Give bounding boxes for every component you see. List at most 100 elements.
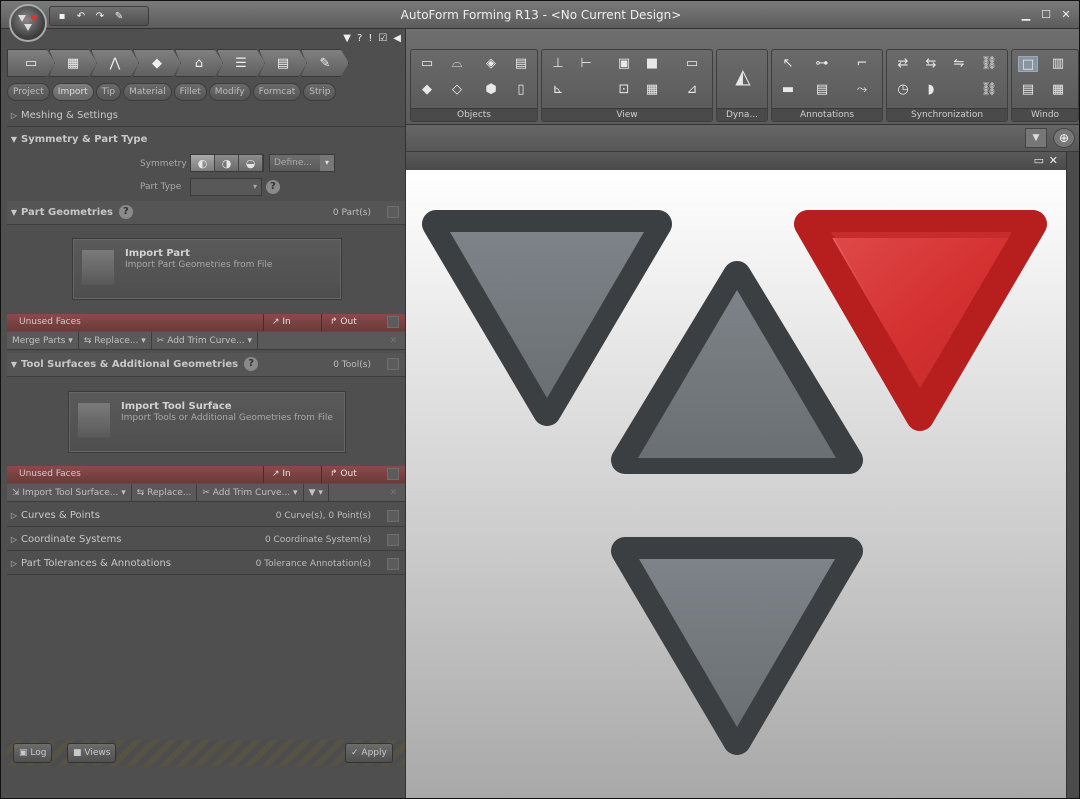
label-icon[interactable]: ▤ (812, 82, 832, 98)
zoom-box-icon[interactable]: ⊡ (614, 82, 634, 98)
camera-icon[interactable]: ■ (642, 56, 662, 72)
step-material-icon[interactable]: ◆ (133, 49, 181, 77)
view-options-dropdown[interactable]: ▼ (1025, 128, 1047, 148)
section-part-geometries[interactable]: ▼ Part Geometries? 0 Part(s) (7, 201, 405, 225)
step-modify-icon[interactable]: ☰ (217, 49, 265, 77)
3d-viewport[interactable] (406, 170, 1066, 798)
split-quad-icon[interactable]: ▦ (1048, 82, 1068, 98)
measure-icon[interactable]: ⊶ (812, 56, 832, 72)
fit-view-icon[interactable]: ▣ (614, 56, 634, 72)
faces-out-button[interactable]: ↱ Out (321, 466, 365, 483)
section-symmetry[interactable]: ▼ Symmetry & Part Type (7, 129, 405, 151)
collapse-panel-icon[interactable]: ◀ (393, 33, 401, 44)
unlink-icon[interactable]: ⛓ (979, 82, 999, 98)
sync-shape-icon[interactable]: ◗ (921, 82, 941, 98)
minimize-button[interactable]: ▁ (1019, 9, 1033, 21)
tab-formcat[interactable]: Formcat (252, 83, 302, 101)
maximize-button[interactable]: ☐ (1039, 9, 1053, 21)
visibility-checkbox[interactable] (387, 206, 399, 218)
tab-tip[interactable]: Tip (95, 83, 122, 101)
merge-parts-button[interactable]: Merge Parts ▾ (7, 331, 79, 350)
single-window-icon[interactable]: □ (1018, 56, 1038, 72)
blank-icon[interactable]: ▤ (511, 56, 531, 72)
section-meshing[interactable]: ▷ Meshing & Settings (7, 105, 405, 127)
step-formcat-icon[interactable]: ▤ (259, 49, 307, 77)
help-icon[interactable]: ? (118, 205, 133, 219)
import-part-button[interactable]: Import Part Import Part Geometries from … (72, 238, 342, 300)
help-icon[interactable]: ? (357, 33, 362, 44)
tool-object-icon[interactable]: ⌓ (447, 56, 467, 72)
tab-import[interactable]: Import (51, 83, 94, 101)
faces-in-button[interactable]: ↗ In (263, 314, 299, 331)
step-tip-icon[interactable]: ⋀ (91, 49, 139, 77)
section-curves-points[interactable]: ▷ Curves & Points 0 Curve(s), 0 Point(s) (7, 505, 405, 527)
filter-dropdown[interactable]: ▼ ▾ (304, 483, 329, 502)
symmetry-y-icon[interactable]: ◒ (239, 155, 263, 171)
views-button[interactable]: ■ Views (67, 743, 117, 763)
apply-button[interactable]: ✓ Apply (345, 743, 393, 763)
sync-results-icon[interactable]: ⇋ (949, 56, 969, 72)
visibility-checkbox[interactable] (387, 558, 399, 570)
mirror-icon[interactable]: ⊿ (682, 82, 702, 98)
part-object-icon[interactable]: ▭ (417, 56, 437, 72)
maximize-view-icon[interactable]: ▭ (1034, 154, 1044, 167)
tab-material[interactable]: Material (123, 83, 172, 101)
punch-icon[interactable]: ⬢ (481, 82, 501, 98)
filter-icon[interactable]: ▼ (343, 33, 351, 44)
visibility-checkbox[interactable] (387, 358, 399, 370)
add-trim-curve-button[interactable]: ✂ Add Trim Curve... ▾ (152, 331, 259, 350)
axis-rotate-icon[interactable]: ⊢ (576, 56, 596, 72)
screen-icon[interactable]: ▭ (682, 56, 702, 72)
checklist-icon[interactable]: ☑ (378, 33, 387, 44)
split-horizontal-icon[interactable]: ▤ (1018, 82, 1038, 98)
leader-icon[interactable]: ⤳ (852, 82, 872, 98)
binder-icon[interactable]: ◇ (447, 82, 467, 98)
tab-strip[interactable]: Strip (303, 83, 337, 101)
faces-in-button[interactable]: ↗ In (263, 466, 299, 483)
step-import-icon[interactable]: ▦ (49, 49, 97, 77)
close-icon[interactable]: ✕ (381, 488, 405, 498)
autoform-logo[interactable] (9, 4, 47, 42)
add-view-icon[interactable]: ⊕ (1053, 128, 1075, 148)
close-view-icon[interactable]: ✕ (1049, 154, 1058, 167)
close-icon[interactable]: ✕ (381, 336, 405, 346)
section-part-tolerances[interactable]: ▷ Part Tolerances & Annotations 0 Toleran… (7, 553, 405, 575)
step-fillet-icon[interactable]: ⌂ (175, 49, 223, 77)
sync-cameras-icon[interactable]: ⇄ (893, 56, 913, 72)
visibility-checkbox[interactable] (387, 510, 399, 522)
import-tool-surface-button[interactable]: Import Tool Surface Import Tools or Addi… (68, 391, 346, 453)
replace-button[interactable]: ⇆ Replace... (132, 483, 198, 502)
ruler-icon[interactable]: ▬ (778, 82, 798, 98)
surface-icon[interactable]: ◆ (417, 82, 437, 98)
unused-faces-checkbox[interactable] (387, 468, 399, 480)
tile-window-icon[interactable]: ▥ (1048, 56, 1068, 72)
layers-icon[interactable]: ◈ (481, 56, 501, 72)
help-icon[interactable]: ? (266, 180, 280, 194)
help-icon[interactable]: ? (244, 357, 259, 371)
sync-views-icon[interactable]: ⇆ (921, 56, 941, 72)
tab-modify[interactable]: Modify (208, 83, 251, 101)
side-scroll-strip[interactable] (1066, 152, 1079, 798)
step-project-icon[interactable]: ▭ (7, 49, 55, 77)
unused-faces-checkbox[interactable] (387, 316, 399, 328)
sync-time-icon[interactable]: ◷ (893, 82, 913, 98)
warning-icon[interactable]: ! (368, 33, 372, 44)
symmetry-none-icon[interactable]: ◐ (191, 155, 215, 171)
annotate-icon[interactable]: ⌐ (852, 56, 872, 72)
faces-out-button[interactable]: ↱ Out (321, 314, 365, 331)
die-icon[interactable]: ▯ (511, 82, 531, 98)
part-type-dropdown[interactable]: ▾ (190, 178, 262, 196)
import-tool-surface-dropdown[interactable]: ⇲ Import Tool Surface... ▾ (7, 483, 132, 502)
section-tool-surfaces[interactable]: ▼ Tool Surfaces & Additional Geometries? … (7, 353, 405, 377)
section-coordinate-systems[interactable]: ▷ Coordinate Systems 0 Coordinate System(… (7, 529, 405, 551)
replace-button[interactable]: ⇆ Replace... ▾ (79, 331, 152, 350)
step-strip-icon[interactable]: ✎ (301, 49, 349, 77)
symmetry-define-dropdown[interactable]: Define... ▾ (269, 154, 335, 172)
symmetry-x-icon[interactable]: ◑ (215, 155, 239, 171)
tab-fillet[interactable]: Fillet (173, 83, 207, 101)
tab-project[interactable]: Project (7, 83, 50, 101)
visibility-checkbox[interactable] (387, 534, 399, 546)
log-button[interactable]: ▣ Log (13, 743, 53, 763)
section-view-icon[interactable]: ⊾ (548, 82, 568, 98)
pointer-icon[interactable]: ↖ (778, 56, 798, 72)
